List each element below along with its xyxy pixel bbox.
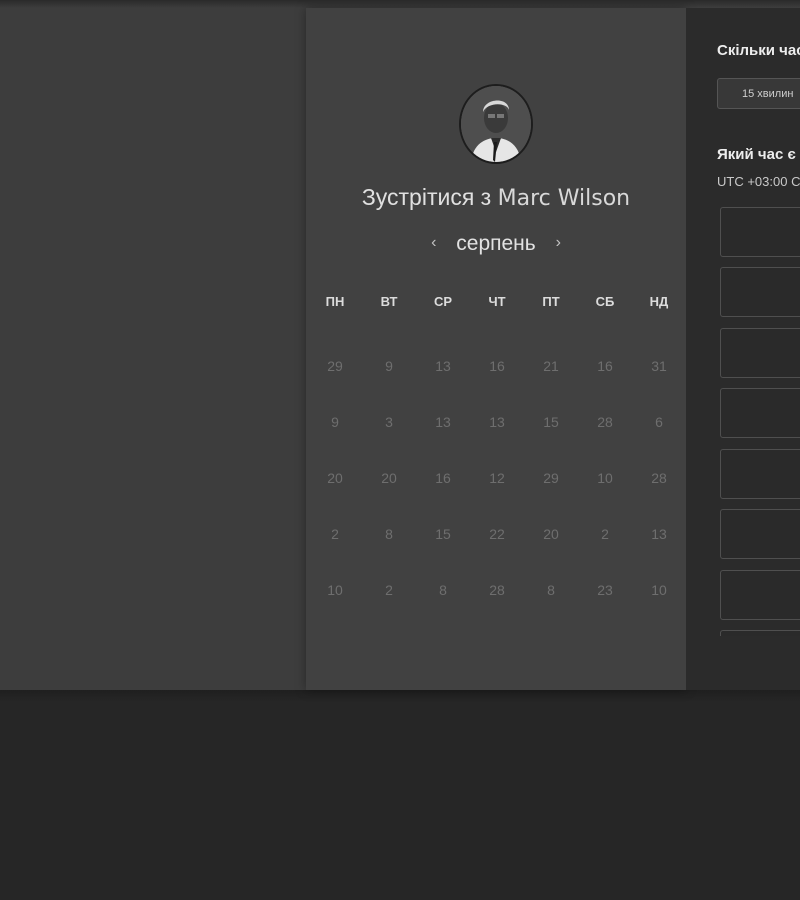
weekday-header: ПТ bbox=[542, 294, 560, 309]
calendar-day[interactable]: 10 bbox=[308, 562, 362, 618]
weekday-header: ЧТ bbox=[488, 294, 506, 309]
calendar-day[interactable]: 2 bbox=[308, 506, 362, 562]
calendar-day[interactable]: 16 bbox=[578, 338, 632, 394]
page-bottom-area bbox=[0, 690, 800, 900]
chevron-right-icon[interactable]: › bbox=[550, 234, 567, 252]
time-question: Який час є bbox=[717, 146, 796, 163]
calendar-day[interactable]: 12 bbox=[470, 450, 524, 506]
calendar-day[interactable]: 23 bbox=[578, 562, 632, 618]
weekday-header: ВТ bbox=[380, 294, 398, 309]
calendar-day[interactable]: 21 bbox=[524, 338, 578, 394]
calendar-day[interactable]: 31 bbox=[632, 338, 686, 394]
host-avatar bbox=[459, 84, 533, 164]
person-avatar-icon bbox=[461, 86, 531, 162]
scheduler-card: Зустрітися з Marc Wilson ‹ серпень › ПН … bbox=[306, 8, 686, 690]
time-slot-button[interactable] bbox=[720, 328, 800, 378]
calendar-day[interactable]: 3 bbox=[362, 394, 416, 450]
duration-question: Скільки час bbox=[717, 42, 800, 59]
calendar-grid: ПН ВТ СР ЧТ ПТ СБ НД 29 9 13 16 21 16 31… bbox=[308, 288, 686, 618]
calendar-day[interactable]: 15 bbox=[416, 506, 470, 562]
calendar-day[interactable]: 2 bbox=[362, 562, 416, 618]
month-navigation: ‹ серпень › bbox=[306, 232, 686, 256]
time-slot-button[interactable] bbox=[720, 570, 800, 620]
calendar-day[interactable]: 20 bbox=[308, 450, 362, 506]
calendar-day[interactable]: 8 bbox=[524, 562, 578, 618]
duration-option-button[interactable]: 15 хвилин bbox=[717, 78, 800, 109]
calendar-day[interactable]: 28 bbox=[578, 394, 632, 450]
slot-list-clip bbox=[686, 636, 800, 690]
chevron-left-icon[interactable]: ‹ bbox=[425, 234, 442, 252]
calendar-day[interactable]: 20 bbox=[524, 506, 578, 562]
calendar-day[interactable]: 15 bbox=[524, 394, 578, 450]
time-selection-panel: Скільки час 15 хвилин Який час є UTC +03… bbox=[686, 8, 800, 690]
calendar-day[interactable]: 8 bbox=[362, 506, 416, 562]
calendar-day[interactable]: 20 bbox=[362, 450, 416, 506]
calendar-day[interactable]: 29 bbox=[524, 450, 578, 506]
calendar-day[interactable]: 10 bbox=[632, 562, 686, 618]
calendar-day[interactable]: 9 bbox=[362, 338, 416, 394]
time-slot-button[interactable] bbox=[720, 449, 800, 499]
calendar-day[interactable]: 13 bbox=[416, 338, 470, 394]
calendar-day[interactable]: 13 bbox=[416, 394, 470, 450]
calendar-day[interactable]: 16 bbox=[470, 338, 524, 394]
calendar-day[interactable]: 28 bbox=[470, 562, 524, 618]
top-shadow bbox=[0, 0, 800, 8]
meeting-title: Зустрітися з Marc Wilson bbox=[306, 184, 686, 211]
calendar-day[interactable]: 8 bbox=[416, 562, 470, 618]
time-slot-button[interactable] bbox=[720, 388, 800, 438]
calendar-day[interactable]: 6 bbox=[632, 394, 686, 450]
calendar-day[interactable]: 10 bbox=[578, 450, 632, 506]
time-slot-button[interactable] bbox=[720, 207, 800, 257]
host-name: Marc Wilson bbox=[497, 186, 631, 211]
calendar-day[interactable]: 2 bbox=[578, 506, 632, 562]
calendar-day[interactable]: 13 bbox=[632, 506, 686, 562]
weekday-header: СБ bbox=[595, 294, 615, 309]
weekday-header: ПН bbox=[325, 294, 345, 309]
calendar-day[interactable]: 22 bbox=[470, 506, 524, 562]
meeting-title-prefix: Зустрітися з bbox=[361, 184, 492, 210]
calendar-day[interactable]: 16 bbox=[416, 450, 470, 506]
time-slot-button[interactable] bbox=[720, 267, 800, 317]
current-month: серпень bbox=[456, 232, 536, 255]
calendar-day[interactable]: 29 bbox=[308, 338, 362, 394]
calendar-day[interactable]: 9 bbox=[308, 394, 362, 450]
weekday-header: СР bbox=[433, 294, 453, 309]
timezone-label[interactable]: UTC +03:00 C bbox=[717, 174, 800, 189]
time-slot-button[interactable] bbox=[720, 509, 800, 559]
calendar-day[interactable]: 28 bbox=[632, 450, 686, 506]
weekday-header: НД bbox=[649, 294, 669, 309]
calendar-day[interactable]: 13 bbox=[470, 394, 524, 450]
